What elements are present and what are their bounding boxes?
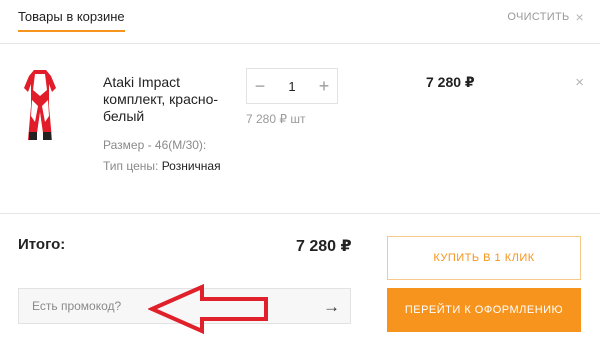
close-icon: × (575, 9, 584, 25)
product-size: Размер - 46(M/30): (103, 138, 207, 152)
cart-header: Товары в корзине ОЧИСТИТЬ × (0, 0, 600, 44)
arrow-right-icon[interactable]: → (323, 297, 340, 317)
total-value: 7 280 ₽ (296, 238, 352, 255)
buy-one-click-button[interactable]: КУПИТЬ В 1 КЛИК (387, 236, 581, 280)
price-type: Тип цены: Розничная (103, 159, 221, 173)
cart-item: Ataki Impact комплект, красно-белый Разм… (0, 44, 600, 214)
remove-item-icon[interactable]: × (575, 74, 584, 91)
plus-icon[interactable]: + (311, 77, 337, 95)
line-total: 7 280 ₽ (426, 74, 475, 90)
tab-cart-items[interactable]: Товары в корзине (18, 9, 125, 32)
clear-cart-label: ОЧИСТИТЬ (507, 11, 570, 23)
product-image[interactable] (22, 66, 58, 144)
checkout-button[interactable]: ПЕРЕЙТИ К ОФОРМЛЕНИЮ (387, 288, 581, 332)
quantity-stepper: − 1 + (246, 68, 338, 104)
product-name-link[interactable]: Ataki Impact комплект, красно-белый (103, 74, 243, 125)
minus-icon[interactable]: − (247, 77, 273, 95)
unit-price: 7 280 ₽ шт (246, 112, 306, 126)
price-type-label: Тип цены: (103, 159, 159, 173)
total-label: Итого: (18, 236, 66, 253)
quantity-value[interactable]: 1 (288, 79, 295, 94)
clear-cart-button[interactable]: ОЧИСТИТЬ × (507, 10, 584, 24)
price-type-value: Розничная (161, 159, 221, 173)
annotation-arrow-icon (148, 283, 268, 335)
